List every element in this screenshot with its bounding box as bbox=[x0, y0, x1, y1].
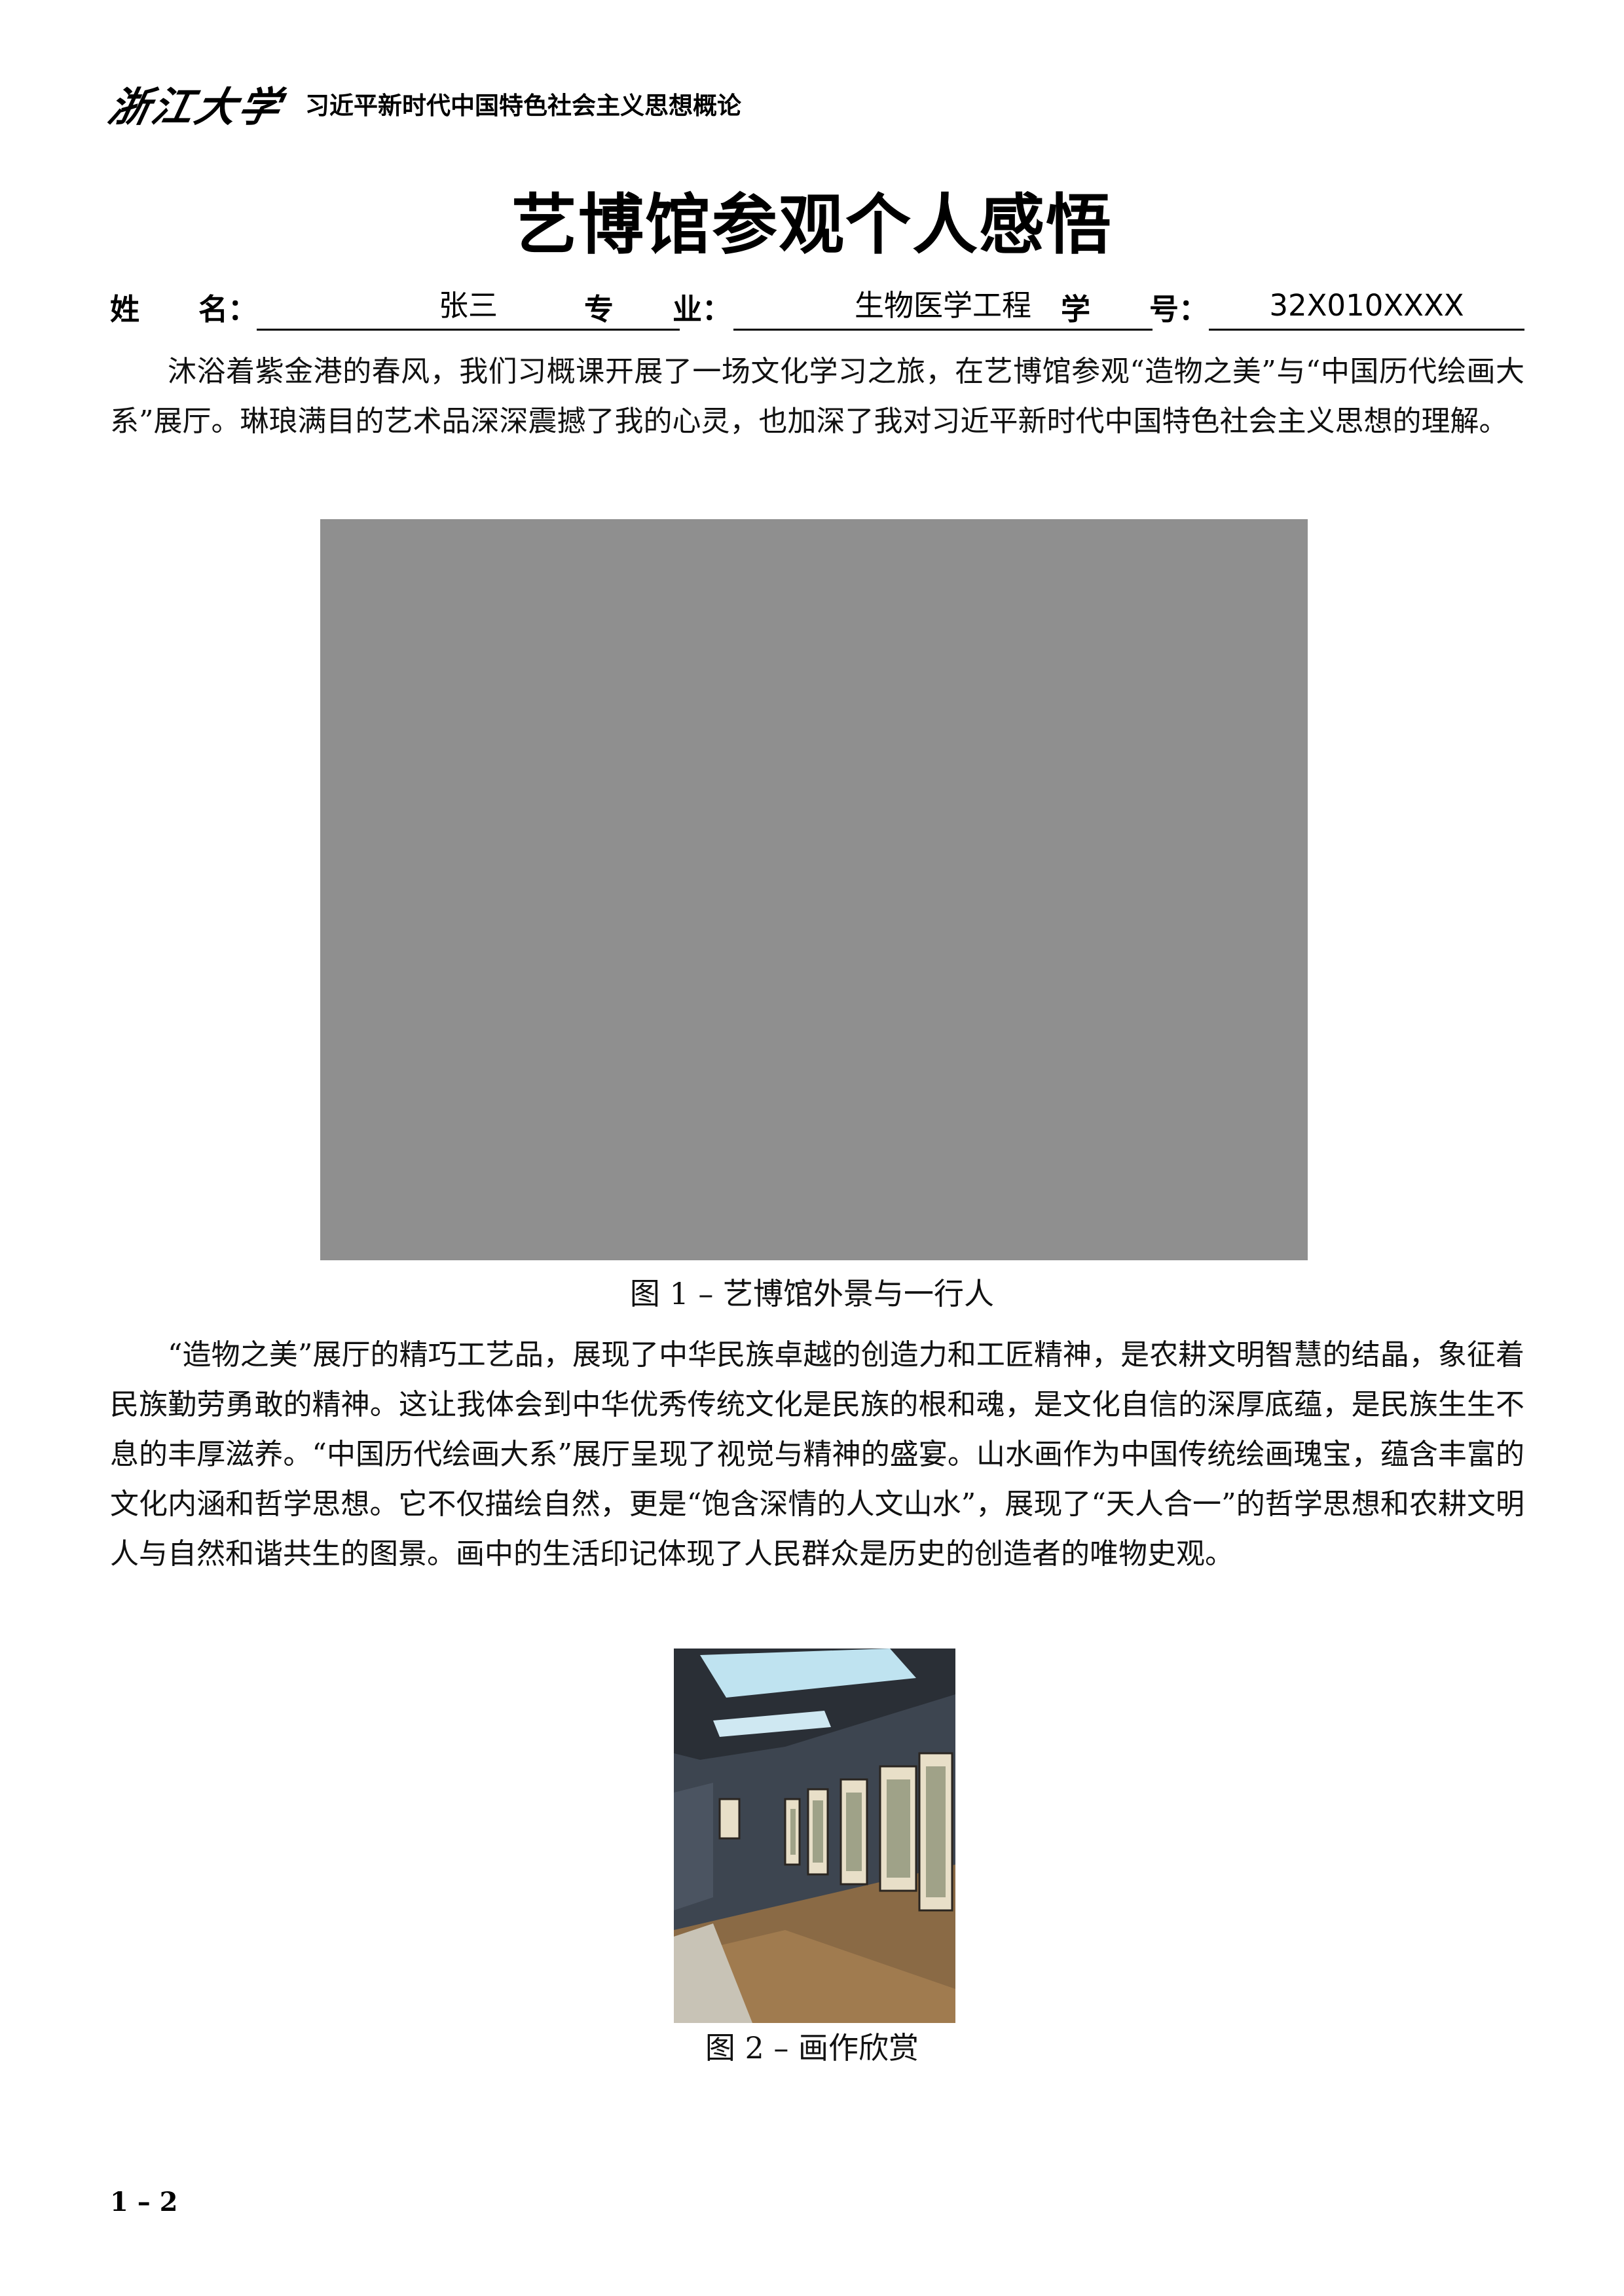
course-title: 习近平新时代中国特色社会主义思想概论 bbox=[305, 92, 742, 120]
figure-2-gallery-photo bbox=[674, 1649, 955, 2023]
major-label: 专 业： bbox=[584, 292, 732, 327]
university-logo: 浙江大学 bbox=[104, 83, 287, 131]
intro-paragraph: 沐浴着紫金港的春风，我们习概课开展了一场文化学习之旅，在艺博馆参观“造物之美”与… bbox=[110, 355, 1524, 438]
figure-1-caption: 图 1 – 艺博馆外景与一行人 bbox=[629, 1276, 995, 1311]
document-title: 艺博馆参观个人感悟 bbox=[511, 186, 1113, 263]
name-label: 姓 名： bbox=[110, 292, 258, 327]
student-id-field: 32X010XXXX bbox=[1209, 283, 1524, 331]
student-id-label: 学 号： bbox=[1061, 292, 1209, 327]
page-number: 1 – 2 bbox=[110, 2187, 178, 2217]
gallery-illustration bbox=[674, 1649, 955, 2023]
body-paragraph: “造物之美”展厅的精巧工艺品，展现了中华民族卓越的创造力和工匠精神，是农耕文明智… bbox=[110, 1338, 1524, 1571]
student-info: 姓 名： 张三 专 业： 生物医学工程 学 号： 32X010XXXX bbox=[110, 283, 1524, 335]
page-header: 浙江大学 习近平新时代中国特色社会主义思想概论 bbox=[104, 77, 742, 131]
figure-2-caption: 图 2 – 画作欣赏 bbox=[705, 2030, 919, 2066]
figure-1-image-placeholder bbox=[320, 519, 1308, 1260]
